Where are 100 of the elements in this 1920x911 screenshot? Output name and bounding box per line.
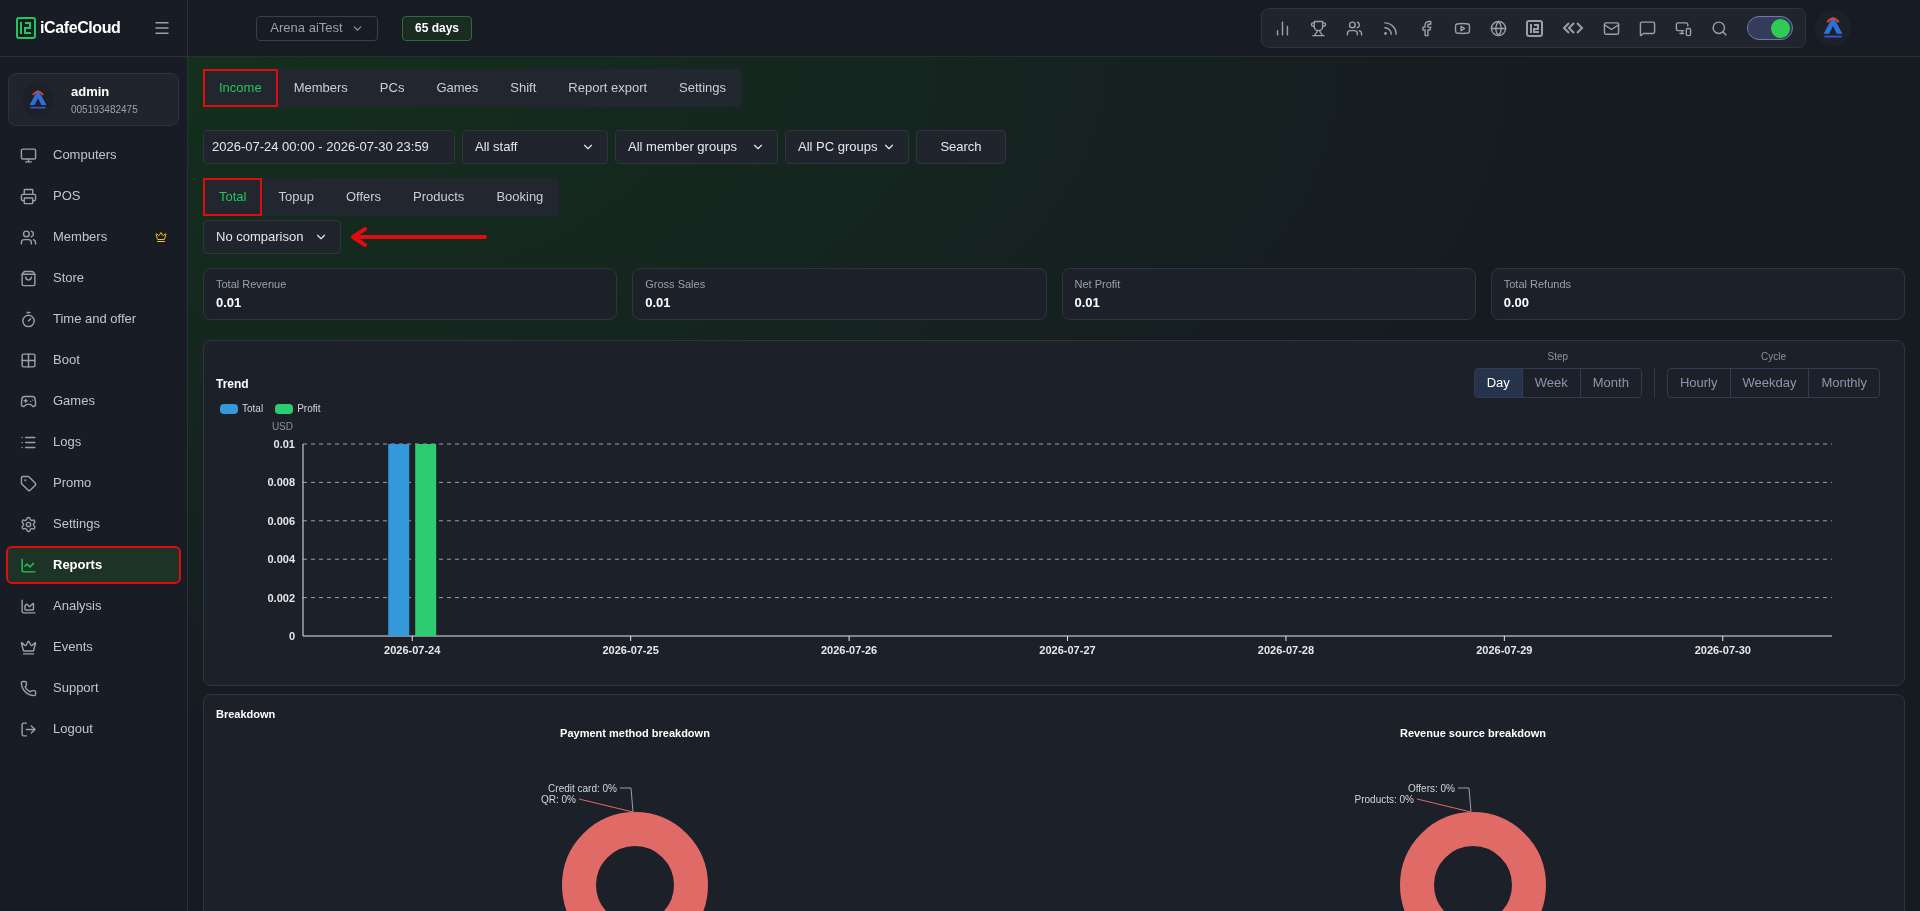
tab[interactable]: Products bbox=[397, 178, 481, 216]
x-tick-label: 2026-07-28 bbox=[1257, 644, 1315, 656]
segment-button[interactable]: Week bbox=[1521, 369, 1580, 397]
stat-label: Gross Sales bbox=[645, 277, 707, 292]
license-badge: 65 days bbox=[402, 15, 473, 41]
mail-icon[interactable] bbox=[1603, 19, 1620, 37]
slice-label: QR: 0% bbox=[541, 793, 576, 805]
x-tick-label: 2026-07-25 bbox=[602, 644, 659, 656]
chart-title: Revenue source breakdown bbox=[1399, 726, 1547, 741]
sidebar-item[interactable]: Logout bbox=[8, 712, 179, 746]
slice-label: Products: 0% bbox=[1354, 793, 1414, 805]
tab[interactable]: Offers bbox=[329, 178, 398, 216]
tab[interactable]: Games bbox=[420, 69, 495, 107]
brand-name: iCafeCloud bbox=[40, 18, 121, 38]
shopping-bag-icon bbox=[20, 269, 37, 287]
sidebar-item[interactable]: POS bbox=[8, 179, 179, 213]
sidebar-item[interactable]: Reports bbox=[8, 548, 179, 582]
printer-icon bbox=[20, 187, 37, 205]
y-tick-label: 0.01 bbox=[273, 438, 295, 450]
rss-icon[interactable] bbox=[1382, 19, 1399, 37]
trend-title: Trend bbox=[216, 376, 250, 393]
y-tick-label: 0.008 bbox=[267, 476, 295, 489]
brand-logo-icon bbox=[16, 17, 36, 39]
stopwatch-icon bbox=[20, 310, 37, 328]
chat-icon[interactable] bbox=[1639, 19, 1656, 37]
sidebar-item[interactable]: Promo bbox=[8, 466, 179, 500]
axis-unit: USD bbox=[271, 421, 293, 432]
crown-icon bbox=[155, 231, 167, 243]
line-chart-icon bbox=[20, 556, 37, 574]
sidebar-item[interactable]: Logs bbox=[8, 425, 179, 459]
dropdown-select[interactable]: No comparison bbox=[203, 220, 341, 254]
sidebar-item[interactable]: Store bbox=[8, 261, 179, 295]
avatar-logo-icon bbox=[1814, 9, 1852, 47]
y-tick-label: 0.004 bbox=[267, 553, 295, 566]
logout-icon bbox=[20, 720, 37, 738]
devices-icon[interactable] bbox=[1675, 19, 1692, 37]
sidebar-item[interactable]: Members bbox=[8, 220, 179, 254]
segment-button[interactable]: Weekday bbox=[1729, 369, 1809, 397]
tab[interactable]: Settings bbox=[663, 69, 743, 107]
users-icon[interactable] bbox=[1346, 19, 1363, 37]
x-tick-label: 2026-07-24 bbox=[384, 644, 441, 656]
podium-icon[interactable] bbox=[1274, 19, 1291, 37]
square-logo-icon[interactable] bbox=[1526, 19, 1543, 37]
stat-label: Net Profit bbox=[1074, 277, 1122, 292]
user-name: admin bbox=[71, 83, 111, 102]
monitor-icon bbox=[20, 146, 37, 164]
x-tick-label: 2026-07-26 bbox=[820, 644, 878, 656]
search-button[interactable]: Search bbox=[916, 130, 1006, 164]
tab[interactable]: Total bbox=[203, 178, 263, 216]
settings-icon bbox=[20, 515, 37, 533]
dropdown-select[interactable]: All member groups bbox=[615, 130, 778, 164]
breakdown-title: Breakdown bbox=[216, 708, 276, 720]
legend-label: Total bbox=[242, 402, 264, 416]
segment-button[interactable]: Monthly bbox=[1808, 369, 1879, 397]
theme-toggle[interactable] bbox=[1747, 16, 1793, 40]
area-chart-icon bbox=[20, 597, 37, 615]
stat-value: 0.01 bbox=[645, 293, 672, 312]
search-icon[interactable] bbox=[1711, 19, 1728, 37]
tab[interactable]: Shift bbox=[494, 69, 553, 107]
tab[interactable]: Booking bbox=[480, 178, 560, 216]
dropdown-select[interactable]: All PC groups bbox=[785, 130, 909, 164]
date-range-field[interactable]: 2026-07-24 00:00 - 2026-07-30 23:59 bbox=[203, 130, 455, 164]
tab[interactable]: Topup bbox=[262, 178, 330, 216]
stat-value: 0.01 bbox=[1074, 293, 1101, 312]
sidebar-item[interactable]: Analysis bbox=[8, 589, 179, 623]
segment-label: Cycle bbox=[1760, 350, 1786, 364]
sidebar-item[interactable]: Settings bbox=[8, 507, 179, 541]
segment-button[interactable]: Hourly bbox=[1667, 369, 1730, 397]
users-icon bbox=[20, 228, 37, 246]
tab[interactable]: Report export bbox=[552, 69, 664, 107]
slice-label: Credit card: 0% bbox=[548, 782, 617, 794]
segment-button[interactable]: Day bbox=[1474, 369, 1522, 397]
stat-value: 0.00 bbox=[1503, 293, 1531, 312]
tab[interactable]: Members bbox=[277, 69, 364, 107]
tab[interactable]: PCs bbox=[363, 69, 421, 107]
user-id: 005193482475 bbox=[71, 102, 138, 117]
menu-icon[interactable] bbox=[153, 19, 171, 37]
chart-title: Payment method breakdown bbox=[560, 726, 710, 741]
segment-button[interactable]: Month bbox=[1579, 369, 1641, 397]
sidebar-item[interactable]: Boot bbox=[8, 343, 179, 377]
phone-icon bbox=[20, 679, 37, 697]
user-card[interactable]: admin 005193482475 bbox=[8, 73, 179, 126]
sidebar-item[interactable]: Events bbox=[8, 630, 179, 664]
sidebar-item[interactable]: Time and offer bbox=[8, 302, 179, 336]
globe-icon[interactable] bbox=[1490, 19, 1507, 37]
legend-label: Profit bbox=[297, 402, 321, 416]
dropdown-select[interactable]: All staff bbox=[462, 130, 608, 164]
chevrons-logo-icon[interactable] bbox=[1562, 21, 1584, 35]
sidebar-item[interactable]: Computers bbox=[8, 138, 179, 172]
site-selector[interactable]: Arena aiTest bbox=[256, 15, 378, 41]
crown-icon bbox=[20, 638, 37, 656]
tab[interactable]: Income bbox=[203, 69, 278, 107]
windows-icon bbox=[20, 351, 37, 369]
y-tick-label: 0 bbox=[288, 630, 295, 642]
sidebar-item[interactable]: Support bbox=[8, 671, 179, 705]
stat-value: 0.01 bbox=[216, 293, 243, 312]
trophy-icon[interactable] bbox=[1310, 19, 1327, 37]
segment-label: Step bbox=[1547, 350, 1569, 364]
sidebar-item[interactable]: Games bbox=[8, 384, 179, 418]
x-tick-label: 2026-07-27 bbox=[1039, 644, 1096, 656]
